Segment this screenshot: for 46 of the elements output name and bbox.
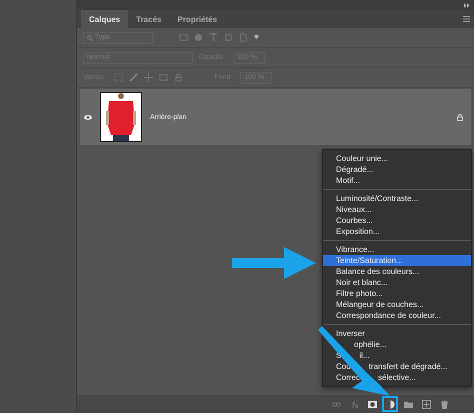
panel-tab[interactable]: Tracés (128, 10, 170, 28)
plus-icon (422, 400, 430, 408)
folder-icon (404, 400, 412, 408)
link-icon (332, 400, 340, 408)
menu-item[interactable]: Couleur unie... (336, 153, 388, 164)
menu-item[interactable]: Cou (336, 361, 351, 372)
footer-button[interactable] (382, 396, 398, 412)
menu-item[interactable]: Dégradé... (336, 164, 374, 175)
lock-icon[interactable] (174, 73, 183, 82)
toggle-dot-icon[interactable] (254, 34, 259, 41)
arrow-icon (232, 247, 316, 279)
checker-icon[interactable] (114, 73, 123, 82)
menu-item[interactable]: Mélangeur de couches... (336, 299, 424, 310)
fx-icon (350, 400, 358, 408)
crop-icon[interactable] (224, 33, 233, 42)
menu-icon[interactable] (463, 16, 470, 22)
menu-item[interactable]: transfert de dégradé... (368, 361, 448, 372)
panel-tab[interactable]: Calques (81, 10, 128, 28)
menu-item[interactable]: Teinte/Saturation... (336, 255, 403, 266)
menu-item[interactable]: ophélie... (354, 339, 386, 350)
menu-item[interactable]: Niveaux... (336, 204, 372, 215)
text-icon[interactable] (209, 33, 218, 42)
menu-item[interactable]: Inverser (336, 328, 365, 339)
move-icon[interactable] (144, 73, 153, 82)
trash-icon (440, 400, 448, 408)
search-icon (87, 34, 93, 40)
mask-icon (368, 400, 376, 408)
menu-item[interactable]: Luminosité/Contraste... (336, 193, 418, 204)
menu-item[interactable]: Balance des couleurs... (336, 266, 420, 277)
panel-tab[interactable]: Propriétés (169, 10, 226, 28)
brush-icon[interactable] (128, 73, 138, 82)
menu-item[interactable]: Correspondance de couleur... (336, 310, 441, 321)
menu-item[interactable]: Courbes... (336, 215, 373, 226)
menu-item[interactable]: Filtre photo... (336, 288, 383, 299)
eye-icon[interactable] (84, 114, 92, 120)
image-icon[interactable] (179, 33, 188, 42)
menu-item[interactable]: Motif... (336, 175, 360, 186)
menu-item[interactable]: sélective... (378, 372, 416, 383)
menu-item[interactable]: Correc (336, 372, 360, 383)
menu-item[interactable]: Exposition... (336, 226, 380, 237)
menu-item[interactable]: Noir et blanc... (336, 277, 388, 288)
document-icon[interactable] (239, 33, 248, 42)
artboard-icon[interactable] (158, 73, 168, 82)
collapse-icon[interactable] (464, 2, 470, 8)
menu-item[interactable]: il... (359, 350, 370, 361)
menu-item[interactable]: Vibrance... (336, 244, 374, 255)
